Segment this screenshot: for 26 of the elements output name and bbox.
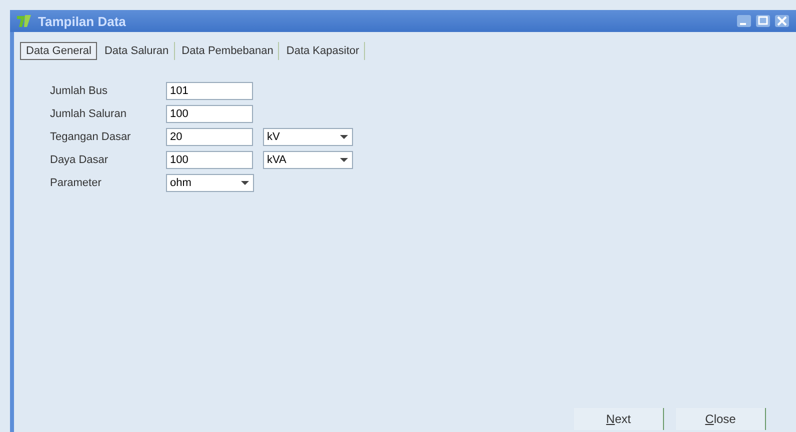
dialog-button[interactable]: Next bbox=[574, 408, 664, 430]
tab[interactable]: Data Kapasitor bbox=[281, 42, 366, 60]
field-label: Jumlah Bus bbox=[50, 85, 108, 97]
field-label: Tegangan Dasar bbox=[50, 131, 132, 143]
dialog-button[interactable]: Close bbox=[676, 408, 766, 430]
unit-dropdown[interactable]: kV bbox=[263, 128, 353, 146]
tab[interactable]: Data General bbox=[20, 42, 98, 60]
maximize-icon[interactable] bbox=[755, 14, 771, 28]
unit-dropdown[interactable]: kVA bbox=[263, 151, 353, 169]
app-logo-icon bbox=[16, 13, 32, 29]
dropdown-arrow-icon bbox=[339, 134, 349, 140]
field-label: Jumlah Saluran bbox=[50, 108, 128, 120]
dropdown-arrow-icon bbox=[339, 157, 349, 163]
field-label: Parameter bbox=[50, 177, 102, 189]
tab[interactable]: Data Pembebanan bbox=[176, 42, 280, 60]
close-icon[interactable] bbox=[774, 14, 790, 28]
input-field[interactable]: 100 bbox=[166, 151, 253, 169]
minimize-icon[interactable] bbox=[736, 14, 752, 28]
input-field[interactable]: 100 bbox=[166, 105, 253, 123]
field-label: Daya Dasar bbox=[50, 154, 110, 166]
parameter-dropdown[interactable]: ohm bbox=[166, 174, 254, 192]
dropdown-arrow-icon bbox=[240, 180, 250, 186]
tab[interactable]: Data Saluran bbox=[99, 42, 175, 60]
input-field[interactable]: 20 bbox=[166, 128, 253, 146]
window-title: Tampilan Data bbox=[38, 14, 126, 28]
input-field[interactable]: 101 bbox=[166, 82, 253, 100]
